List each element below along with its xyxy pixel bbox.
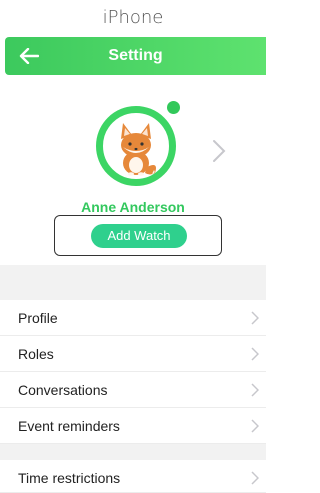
- chevron-right-icon: [251, 419, 259, 433]
- menu-item-label: Time restrictions: [18, 470, 121, 486]
- chevron-right-icon: [251, 311, 259, 325]
- add-watch-button[interactable]: Add Watch: [91, 224, 187, 248]
- page-title: Setting: [108, 47, 163, 64]
- chevron-right-icon: [251, 383, 259, 397]
- online-status-dot: [167, 101, 180, 114]
- chevron-right-icon: [251, 347, 259, 361]
- avatar[interactable]: [96, 106, 176, 186]
- menu-item-time-restrictions[interactable]: Time restrictions: [0, 460, 266, 493]
- profile-chevron-button[interactable]: [212, 139, 226, 168]
- menu-item-profile[interactable]: Profile: [0, 300, 266, 336]
- user-name: Anne Anderson: [81, 199, 185, 215]
- menu-item-label: Profile: [18, 310, 58, 326]
- chevron-right-icon: [213, 140, 226, 162]
- device-label: iPhone: [102, 7, 164, 28]
- profile-section: Anne Anderson Add Watch: [0, 75, 266, 265]
- menu-item-conversations[interactable]: Conversations: [0, 372, 266, 408]
- menu-item-label: Event reminders: [18, 418, 120, 434]
- chevron-right-icon: [251, 471, 259, 485]
- menu-item-label: Roles: [18, 346, 54, 362]
- add-watch-frame: Add Watch: [54, 215, 222, 256]
- menu-item-event-reminders[interactable]: Event reminders: [0, 408, 266, 444]
- menu-item-label: Conversations: [18, 382, 108, 398]
- menu-item-roles[interactable]: Roles: [0, 336, 266, 372]
- header-bar: Setting: [5, 37, 266, 75]
- section-divider: [0, 265, 266, 300]
- section-divider: [0, 444, 266, 460]
- fox-avatar-icon: [121, 123, 156, 176]
